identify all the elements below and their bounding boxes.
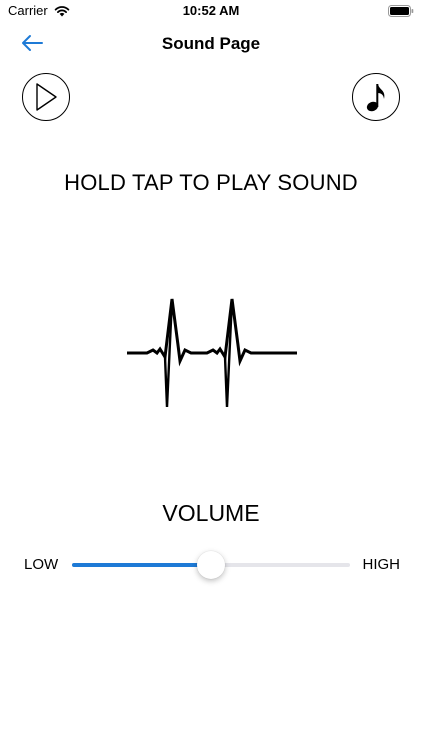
page-title: Sound Page (161, 34, 261, 53)
battery-icon (388, 5, 414, 17)
play-icon (36, 83, 57, 111)
navigation-bar: Sound Page (0, 24, 422, 62)
volume-slider[interactable] (72, 551, 350, 579)
music-note-icon (366, 84, 385, 112)
high-label: HIGH (362, 556, 401, 573)
volume-slider-row: LOW HIGH (0, 548, 422, 582)
volume-slider-fill (72, 563, 211, 567)
low-label: LOW (24, 556, 59, 573)
volume-label: VOLUME (162, 500, 260, 526)
volume-slider-thumb[interactable] (197, 551, 225, 579)
status-bar: Carrier 10:52 AM (0, 0, 422, 24)
play-button[interactable] (22, 73, 70, 121)
music-button[interactable] (352, 73, 400, 121)
clock: 10:52 AM (182, 3, 240, 18)
instruction-text: HOLD TAP TO PLAY SOUND (64, 170, 358, 195)
heartbeat-icon[interactable] (125, 295, 299, 413)
